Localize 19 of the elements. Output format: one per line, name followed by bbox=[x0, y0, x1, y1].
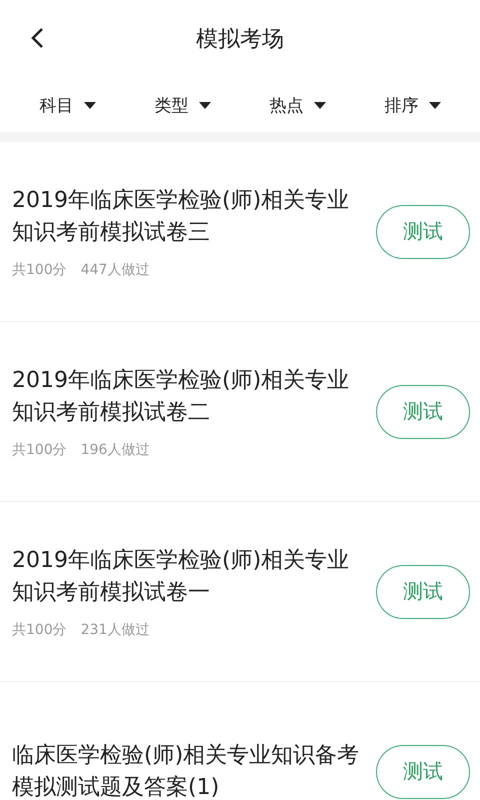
caret-icon bbox=[428, 102, 440, 108]
total-score: 共100分 bbox=[12, 620, 67, 638]
paper-title: 临床医学检验(师)相关专业知识备考模拟测试题及答案(1) bbox=[12, 742, 360, 800]
taker-count: 447人做过 bbox=[80, 260, 150, 278]
filter-dropdown[interactable]: 类型 bbox=[154, 94, 210, 116]
taker-count: 196人做过 bbox=[80, 440, 150, 458]
paper-title: 2019年临床医学检验(师)相关专业知识考前模拟试卷三 bbox=[12, 186, 350, 246]
caret-icon bbox=[314, 102, 326, 108]
total-score: 共100分 bbox=[12, 260, 67, 278]
filter-dropdown[interactable]: 排序 bbox=[384, 94, 440, 116]
taker-count: 231人做过 bbox=[80, 620, 150, 638]
filter-dropdown[interactable]: 热点 bbox=[270, 94, 326, 116]
page-title: 模拟考场 bbox=[196, 26, 284, 54]
filter-dropdown[interactable]: 科目 bbox=[40, 94, 96, 116]
caret-icon bbox=[198, 102, 210, 108]
caret-icon bbox=[84, 102, 96, 108]
paper-title: 2019年临床医学检验(师)相关专业知识考前模拟试卷一 bbox=[12, 546, 350, 606]
paper-title: 2019年临床医学检验(师)相关专业知识考前模拟试卷二 bbox=[12, 366, 350, 426]
total-score: 共100分 bbox=[12, 440, 67, 458]
